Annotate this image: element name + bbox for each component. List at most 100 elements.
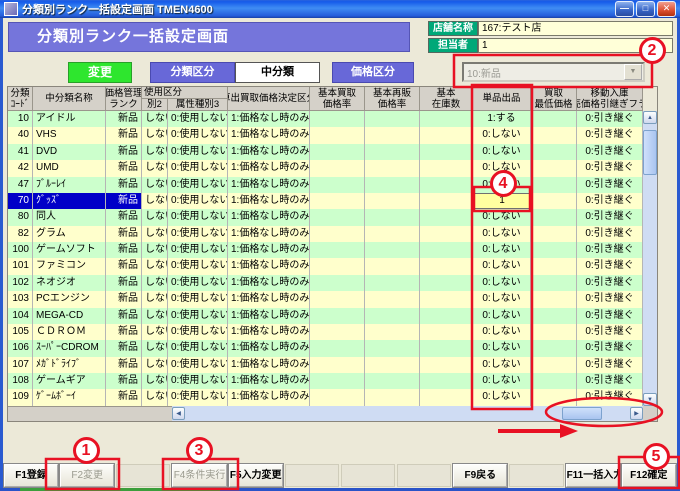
cell-name: 同人 (33, 209, 106, 226)
table-row[interactable]: 100ゲームソフト新品しない0:使用しない1:価格なし時のみ使用 0:しない 0:引… (8, 242, 643, 259)
annotation-number-1: 1 (72, 436, 100, 464)
cell-resale_rate (365, 356, 420, 373)
cell-calc: 1:価格なし時のみ使用 (228, 127, 310, 144)
cell-min_price (531, 209, 577, 226)
cell-use2: しない (142, 176, 168, 193)
scroll-right-icon[interactable]: ▶ (630, 407, 643, 420)
cell-code: 42 (8, 160, 33, 177)
cell-attr3: 0:使用しない (168, 225, 228, 242)
cell-code: 108 (8, 373, 33, 390)
table-row[interactable]: 108ゲームギア新品しない0:使用しない1:価格なし時のみ使用 0:しない 0:引き… (8, 373, 643, 390)
cell-rank: 新品 (106, 192, 142, 210)
function-button-f5[interactable]: F5入力変更 (227, 463, 284, 488)
cell-move: 0:引き継ぐ (577, 160, 643, 177)
horizontal-scrollbar-thumb[interactable] (562, 407, 602, 420)
function-button-f2[interactable]: F2変更 (59, 463, 116, 488)
cell-attr3: 0:使用しない (168, 143, 228, 161)
table-row[interactable]: 42UMD新品しない0:使用しない1:価格なし時のみ使用 0:しない 0:引き継ぐ (8, 160, 643, 177)
cell-calc: 1:価格なし時のみ使用 (228, 373, 310, 390)
table-row[interactable]: 107ﾒｶﾞﾄﾞﾗｲﾌﾞ新品しない0:使用しない1:価格なし時のみ使用 0:しない… (8, 356, 643, 373)
cell-buy_rate (310, 127, 365, 144)
cell-code: 107 (8, 356, 33, 373)
cell-name: ファミコン (33, 258, 106, 275)
cell-stock (420, 242, 473, 259)
cell-single: 0:しない (473, 209, 531, 226)
cell-code: 41 (8, 143, 33, 161)
cell-move: 0:引き継ぐ (577, 242, 643, 259)
table-row[interactable]: 101ファミコン新品しない0:使用しない1:価格なし時のみ使用 0:しない 0:引き… (8, 258, 643, 275)
change-button[interactable]: 変更 (68, 62, 132, 83)
cell-move: 0:引き継ぐ (577, 192, 643, 210)
function-button-f11[interactable]: F11一括入力 (564, 463, 621, 488)
table-row[interactable]: 82グラム新品しない0:使用しない1:価格なし時のみ使用 0:しない 0:引き継ぐ (8, 225, 643, 242)
cell-attr3: 0:使用しない (168, 209, 228, 226)
cell-name: ＣＤＲＯＭ (33, 323, 106, 341)
cell-name: グラム (33, 225, 106, 242)
minimize-button[interactable]: — (615, 1, 634, 17)
table-row[interactable]: 106ｽｰﾊﾟｰCDROM新品しない0:使用しない1:価格なし時のみ使用 0:しな… (8, 340, 643, 357)
function-button-f4[interactable]: F4条件実行 (171, 463, 228, 488)
cell-min_price (531, 242, 577, 259)
cell-buy_rate (310, 111, 365, 128)
cell-rank: 新品 (106, 209, 142, 226)
app-icon (4, 2, 18, 16)
category-section-label: 分類区分 (150, 62, 235, 83)
cell-single: 0:しない (473, 160, 531, 177)
cell-rank: 新品 (106, 356, 142, 373)
maximize-button[interactable]: □ (636, 1, 655, 17)
column-header-rank: 価格管理 ランク (106, 87, 142, 111)
cell-code: 109 (8, 389, 33, 406)
table-row[interactable]: 103PCエンジン新品しない0:使用しない1:価格なし時のみ使用 0:しない 0:引… (8, 291, 643, 308)
cell-attr3: 0:使用しない (168, 258, 228, 275)
table-row[interactable]: 70ｸﾞｯｽﾞ新品しない0:使用しない1:価格なし時のみ使用 1 0:引き継ぐ (8, 192, 643, 210)
cell-stock (420, 111, 473, 128)
column-header-code: 分類 ｺｰﾄﾞ (8, 87, 33, 111)
table-row[interactable]: 41DVD新品しない0:使用しない1:価格なし時のみ使用 0:しない 0:引き継ぐ (8, 143, 643, 161)
cell-attr3: 0:使用しない (168, 373, 228, 390)
function-key-slot-1: F1登録 (2, 463, 60, 488)
cell-use2: しない (142, 160, 168, 177)
function-button-f12[interactable]: F12確定 (620, 463, 677, 488)
cell-use2: しない (142, 291, 168, 308)
cell-calc: 1:価格なし時のみ使用 (228, 323, 310, 341)
scroll-up-icon[interactable]: ▲ (643, 111, 657, 124)
cell-attr3: 0:使用しない (168, 274, 228, 292)
vertical-scrollbar-thumb[interactable] (643, 130, 657, 175)
chevron-down-icon[interactable]: ▼ (624, 64, 642, 80)
cell-buy_rate (310, 225, 365, 242)
cell-calc: 1:価格なし時のみ使用 (228, 176, 310, 193)
cell-single: 0:しない (473, 225, 531, 242)
table-row[interactable]: 105ＣＤＲＯＭ新品しない0:使用しない1:価格なし時のみ使用 0:しない 0:引き… (8, 323, 643, 341)
cell-min_price (531, 160, 577, 177)
table-row[interactable]: 104MEGA-CD新品しない0:使用しない1:価格なし時のみ使用 0:しない 0:… (8, 307, 643, 324)
scroll-left-icon[interactable]: ◀ (172, 407, 185, 420)
cell-stock (420, 323, 473, 341)
cell-resale_rate (365, 340, 420, 357)
table-row[interactable]: 80同人新品しない0:使用しない1:価格なし時のみ使用 0:しない 0:引き継ぐ (8, 209, 643, 226)
cell-attr3: 0:使用しない (168, 291, 228, 308)
cell-move: 0:引き継ぐ (577, 373, 643, 390)
price-rank-dropdown[interactable]: 10:新品 ▼ (462, 62, 645, 82)
cell-min_price (531, 356, 577, 373)
function-button-f1[interactable]: F1登録 (2, 463, 60, 488)
table-row[interactable]: 40VHS新品しない0:使用しない1:価格なし時のみ使用 0:しない 0:引き継ぐ (8, 127, 643, 144)
cell-attr3: 0:使用しない (168, 242, 228, 259)
cell-buy_rate (310, 356, 365, 373)
cell-code: 103 (8, 291, 33, 308)
function-button-f9[interactable]: F9戻る (452, 463, 509, 488)
cell-rank: 新品 (106, 242, 142, 259)
single-listing-edit-cell[interactable]: 1 (473, 192, 531, 210)
cell-resale_rate (365, 323, 420, 341)
table-row[interactable]: 10アイドル新品しない0:使用しない1:価格なし時のみ使用 1:する 0:引き継ぐ (8, 111, 643, 128)
table-row[interactable]: 109ｹﾞｰﾑﾎﾞｰｲ新品しない0:使用しない1:価格なし時のみ使用 0:しない 0… (8, 389, 643, 406)
cell-use2: しない (142, 356, 168, 373)
cell-use2: しない (142, 323, 168, 341)
table-row[interactable]: 47ﾌﾞﾙｰﾚｲ新品しない0:使用しない1:価格なし時のみ使用 0:しない 0:引き… (8, 176, 643, 193)
cell-single: 0:しない (473, 356, 531, 373)
close-button[interactable]: ✕ (657, 1, 676, 17)
cell-min_price (531, 111, 577, 128)
scroll-down-icon[interactable]: ▼ (643, 393, 657, 406)
table-row[interactable]: 102ネオジオ新品しない0:使用しない1:価格なし時のみ使用 0:しない 0:引き継… (8, 274, 643, 292)
middle-category-button[interactable]: 中分類 (235, 62, 320, 83)
annotation-arrow-head (560, 424, 578, 438)
